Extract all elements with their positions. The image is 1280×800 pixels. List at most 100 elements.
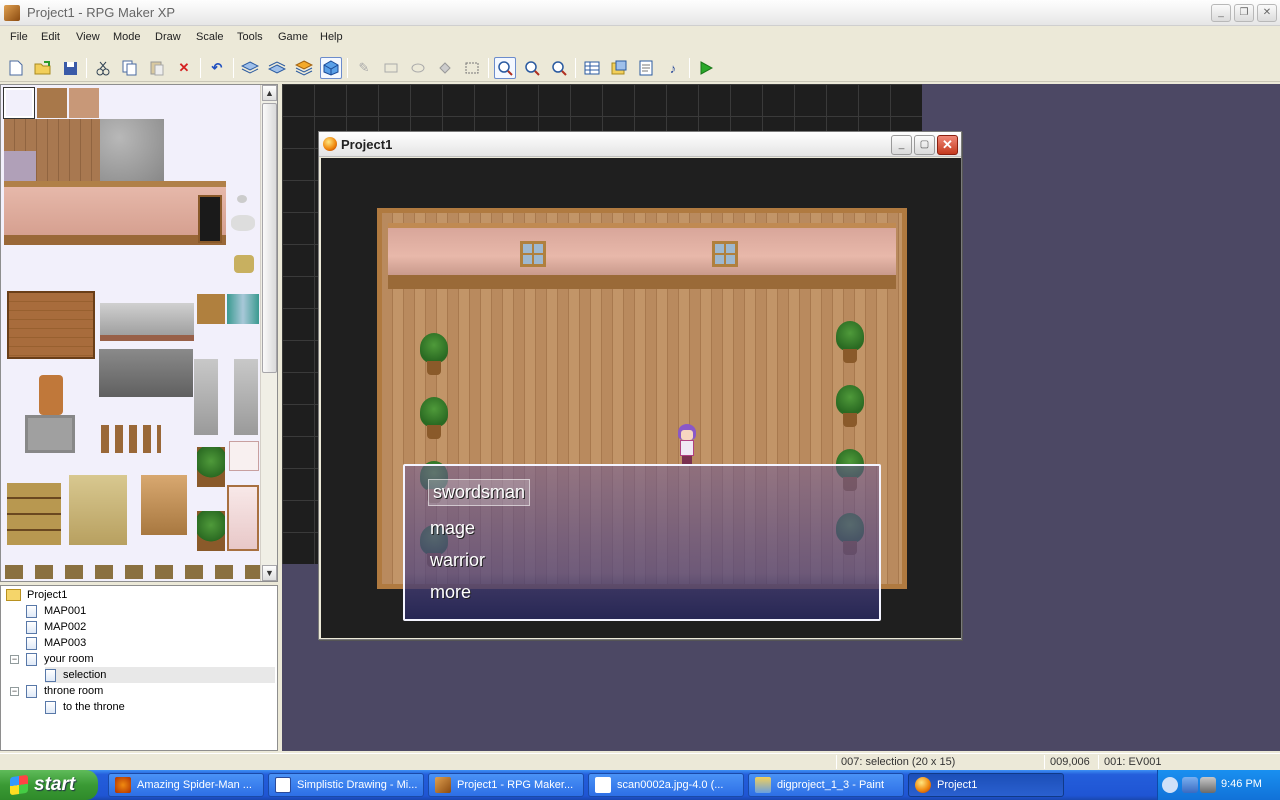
paste-icon[interactable] bbox=[146, 57, 168, 79]
database-icon[interactable] bbox=[581, 57, 603, 79]
menu-help[interactable]: Help bbox=[320, 31, 343, 43]
ellipse-icon[interactable] bbox=[407, 57, 429, 79]
tile-selection-cursor bbox=[3, 87, 35, 119]
pencil-icon[interactable]: ✎ bbox=[353, 57, 375, 79]
game-screen[interactable]: swordsman mage warrior more bbox=[321, 158, 961, 638]
cut-icon[interactable] bbox=[92, 57, 114, 79]
collapse-throne-room-icon[interactable]: − bbox=[10, 687, 19, 696]
events-layer-icon[interactable] bbox=[320, 57, 342, 79]
taskbar: start Amazing Spider-Man ... Simplistic … bbox=[0, 770, 1280, 800]
fill-icon[interactable] bbox=[434, 57, 456, 79]
layer3-icon[interactable] bbox=[293, 57, 315, 79]
map-tree[interactable]: Project1 MAP001 MAP002 MAP003 − your roo… bbox=[0, 585, 278, 751]
menu-bar: File Edit View Mode Draw Scale Tools Gam… bbox=[0, 27, 1280, 49]
restore-button[interactable]: ❐ bbox=[1234, 4, 1254, 22]
menu-draw[interactable]: Draw bbox=[155, 31, 181, 43]
menu-game[interactable]: Game bbox=[278, 31, 308, 43]
scroll-up-button[interactable]: ▲ bbox=[262, 85, 277, 101]
zoom-1-2-icon[interactable] bbox=[521, 57, 543, 79]
menu-view[interactable]: View bbox=[76, 31, 100, 43]
menu-edit[interactable]: Edit bbox=[41, 31, 60, 43]
layer2-icon[interactable] bbox=[266, 57, 288, 79]
layer1-icon[interactable] bbox=[239, 57, 261, 79]
tile-window-curtain bbox=[227, 294, 259, 324]
safely-remove-icon[interactable] bbox=[1200, 777, 1216, 793]
map-icon bbox=[26, 684, 37, 698]
playtest-maximize-button[interactable]: ▢ bbox=[914, 135, 935, 155]
zoom-1-4-icon[interactable] bbox=[548, 57, 570, 79]
choice-window[interactable]: swordsman mage warrior more bbox=[403, 464, 881, 621]
zoom-1-1-icon[interactable] bbox=[494, 57, 516, 79]
save-icon[interactable] bbox=[59, 57, 81, 79]
tree-item-to-the-throne[interactable]: to the throne bbox=[45, 699, 125, 715]
choice-swordsman[interactable]: swordsman bbox=[428, 479, 531, 506]
task-button-scan[interactable]: scan0002a.jpg-4.0 (... bbox=[588, 773, 744, 797]
tile-wall-shadow bbox=[4, 151, 36, 181]
choice-more[interactable]: more bbox=[430, 582, 471, 603]
firefox-icon bbox=[115, 777, 131, 793]
playtest-window[interactable]: Project1 _ ▢ ✕ swordsman mage warrior mo… bbox=[318, 131, 962, 640]
copy-icon[interactable] bbox=[119, 57, 141, 79]
tree-root-project[interactable]: Project1 bbox=[6, 587, 67, 603]
tray-back-arrow-icon[interactable] bbox=[1162, 777, 1178, 793]
tree-item-throne-room[interactable]: throne room bbox=[26, 683, 103, 699]
collapse-your-room-icon[interactable]: − bbox=[10, 655, 19, 664]
tree-item-map001[interactable]: MAP001 bbox=[26, 603, 86, 619]
new-project-icon[interactable] bbox=[5, 57, 27, 79]
word-doc-icon bbox=[275, 777, 291, 793]
minimize-button[interactable]: _ bbox=[1211, 4, 1231, 22]
scroll-down-button[interactable]: ▼ bbox=[262, 565, 277, 581]
tree-item-label: throne room bbox=[44, 685, 104, 697]
tile-stone-floor bbox=[100, 119, 164, 181]
undo-icon[interactable]: ↶ bbox=[206, 57, 228, 79]
tileset-palette[interactable]: ▲ ▼ bbox=[0, 84, 278, 582]
network-icon[interactable] bbox=[1182, 777, 1198, 793]
playtest-close-button[interactable]: ✕ bbox=[937, 135, 958, 155]
playtest-title-bar[interactable]: Project1 _ ▢ ✕ bbox=[319, 132, 961, 157]
menu-file[interactable]: File bbox=[10, 31, 28, 43]
script-editor-icon[interactable] bbox=[635, 57, 657, 79]
tile-stool bbox=[234, 255, 254, 273]
task-button-project1[interactable]: Project1 bbox=[908, 773, 1064, 797]
task-button-word[interactable]: Simplistic Drawing - Mi... bbox=[268, 773, 424, 797]
tileset-scrollbar[interactable]: ▲ ▼ bbox=[260, 85, 277, 581]
menu-mode[interactable]: Mode bbox=[113, 31, 141, 43]
sound-test-icon[interactable]: ♪ bbox=[662, 57, 684, 79]
tree-item-map003[interactable]: MAP003 bbox=[26, 635, 86, 651]
select-icon[interactable] bbox=[461, 57, 483, 79]
tile-teapot bbox=[231, 215, 255, 231]
map-icon bbox=[45, 668, 56, 682]
choice-warrior[interactable]: warrior bbox=[430, 550, 485, 571]
task-label: Project1 bbox=[937, 779, 978, 791]
delete-icon[interactable]: ✕ bbox=[173, 57, 195, 79]
playtest-icon[interactable] bbox=[695, 57, 717, 79]
choice-mage[interactable]: mage bbox=[430, 518, 475, 539]
taskbar-clock[interactable]: 9:46 PM bbox=[1221, 778, 1262, 790]
windows-flag-icon bbox=[10, 774, 28, 796]
map-icon bbox=[26, 604, 37, 618]
rpg-maker-app-icon[interactable] bbox=[4, 5, 20, 21]
playtest-minimize-button[interactable]: _ bbox=[891, 135, 912, 155]
task-button-paint[interactable]: digproject_1_3 - Paint bbox=[748, 773, 904, 797]
tree-item-your-room[interactable]: your room bbox=[26, 651, 94, 667]
materialbase-icon[interactable] bbox=[608, 57, 630, 79]
task-button-rpg-maker[interactable]: Project1 - RPG Maker... bbox=[428, 773, 584, 797]
tree-item-map002[interactable]: MAP002 bbox=[26, 619, 86, 635]
start-button[interactable]: start bbox=[0, 770, 98, 800]
menu-scale[interactable]: Scale bbox=[196, 31, 224, 43]
tree-item-selection[interactable]: selection bbox=[45, 667, 275, 683]
menu-tools[interactable]: Tools bbox=[237, 31, 263, 43]
plant-sprite bbox=[420, 397, 448, 445]
open-project-icon[interactable] bbox=[32, 57, 54, 79]
task-button-spiderman[interactable]: Amazing Spider-Man ... bbox=[108, 773, 264, 797]
rpg-maker-icon bbox=[435, 777, 451, 793]
tree-item-label: MAP001 bbox=[44, 605, 87, 617]
folder-icon bbox=[6, 589, 21, 601]
tree-item-label: MAP002 bbox=[44, 621, 87, 633]
rectangle-icon[interactable] bbox=[380, 57, 402, 79]
tile-dresser bbox=[69, 475, 127, 545]
scroll-thumb[interactable] bbox=[262, 103, 277, 373]
map-icon bbox=[26, 652, 37, 666]
tile-ornament bbox=[237, 195, 247, 203]
image-file-icon bbox=[595, 777, 611, 793]
